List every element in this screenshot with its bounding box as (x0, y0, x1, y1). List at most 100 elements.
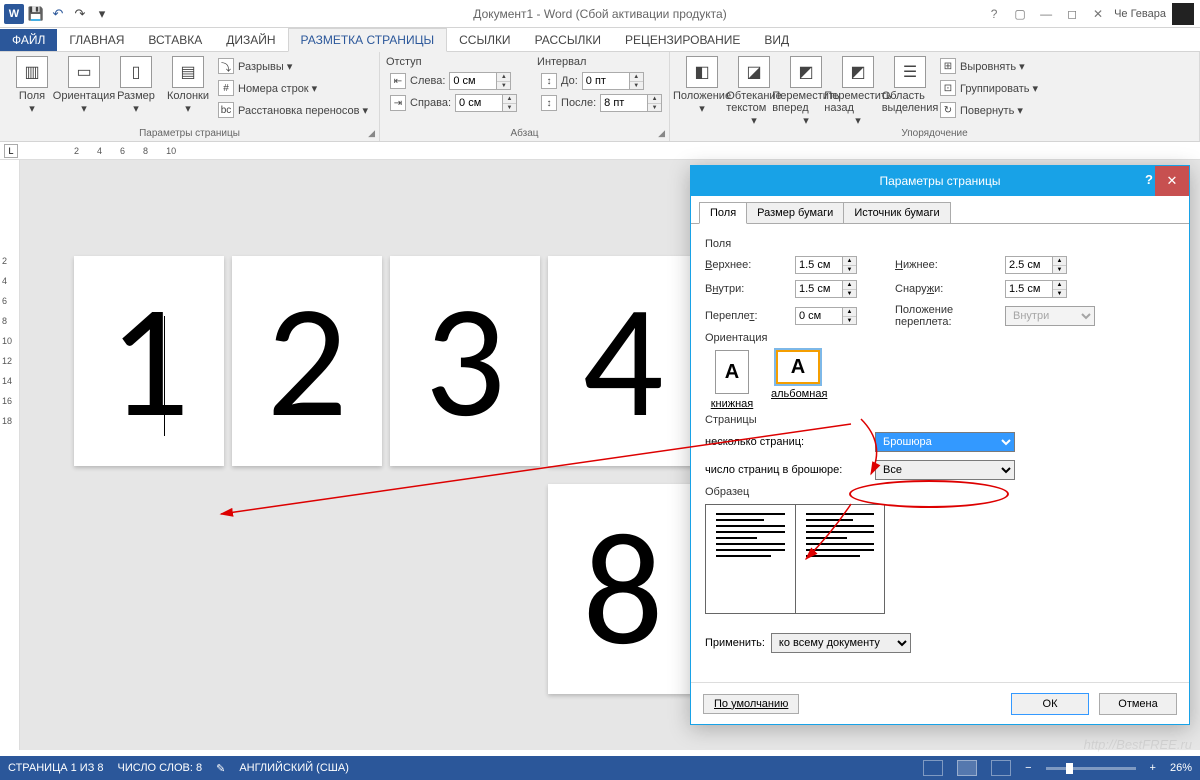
zoom-level[interactable]: 26% (1170, 762, 1192, 774)
spacing-after: ↕После:▲▼ (537, 92, 666, 114)
spacing-after-input[interactable] (600, 94, 648, 112)
dialog-help-icon[interactable]: ? (1145, 172, 1153, 187)
input-gutter[interactable] (795, 307, 843, 325)
section-orientation: Ориентация (705, 332, 1175, 344)
line-numbers-button[interactable]: #Номера строк ▾ (214, 78, 372, 98)
label-gutter-pos: Положение переплета: (895, 304, 995, 328)
page-3[interactable]: 3 (390, 256, 540, 466)
hyphenation-button[interactable]: bcРасстановка переносов ▾ (214, 100, 372, 120)
help-icon[interactable]: ? (982, 4, 1006, 24)
user-avatar[interactable] (1172, 3, 1194, 25)
input-top-margin[interactable] (795, 256, 843, 274)
spacing-before-input[interactable] (582, 72, 630, 90)
indent-left-input[interactable] (449, 72, 497, 90)
section-margins: Поля (705, 238, 1175, 250)
orientation-landscape[interactable]: Aальбомная (771, 350, 825, 410)
cancel-button[interactable]: Отмена (1099, 693, 1177, 715)
vertical-ruler[interactable]: 24681012141618 (0, 160, 20, 750)
watermark: http://BestFREE.ru (1084, 737, 1192, 752)
status-words[interactable]: ЧИСЛО СЛОВ: 8 (118, 762, 203, 774)
tab-mailings[interactable]: РАССЫЛКИ (523, 29, 613, 51)
page-1[interactable]: 1 (74, 256, 224, 466)
group-label-arrange: Упорядочение (670, 128, 1199, 139)
selection-pane-button[interactable]: ☰Область выделения (884, 54, 936, 129)
label-sheets: число страниц в брошюре: (705, 464, 865, 476)
section-pages: Страницы (705, 414, 1175, 426)
label-multiple-pages: несколько страниц: (705, 436, 865, 448)
paragraph-launcher-icon[interactable]: ◢ (658, 128, 665, 139)
close-icon[interactable]: ✕ (1086, 4, 1110, 24)
zoom-in-icon[interactable]: + (1150, 762, 1156, 774)
status-page[interactable]: СТРАНИЦА 1 ИЗ 8 (8, 762, 104, 774)
position-button[interactable]: ◧Положение▾ (676, 54, 728, 129)
save-icon[interactable]: 💾 (26, 4, 46, 24)
minimize-icon[interactable]: — (1034, 4, 1058, 24)
quick-access-toolbar: W 💾 ↶ ↷ ▾ (0, 4, 116, 24)
word-app-icon: W (4, 4, 24, 24)
group-label-page-setup: Параметры страницы (0, 128, 379, 139)
align-button[interactable]: ⊞Выровнять ▾ (936, 56, 1042, 76)
margins-button[interactable]: ▥Поля▾ (6, 54, 58, 120)
rotate-button[interactable]: ↻Повернуть ▾ (936, 100, 1042, 120)
label-inside: Внутри: (705, 283, 785, 295)
input-bottom-margin[interactable] (1005, 256, 1053, 274)
tab-insert[interactable]: ВСТАВКА (136, 29, 214, 51)
undo-icon[interactable]: ↶ (48, 4, 68, 24)
status-language[interactable]: АНГЛИЙСКИЙ (США) (239, 762, 349, 774)
horizontal-ruler[interactable]: L 246810 (0, 142, 1200, 160)
redo-icon[interactable]: ↷ (70, 4, 90, 24)
input-inside-margin[interactable] (795, 280, 843, 298)
window-title: Документ1 - Word (Сбой активации продукт… (473, 7, 726, 21)
ok-button[interactable]: ОК (1011, 693, 1089, 715)
dialog-close-icon[interactable]: ✕ (1155, 166, 1189, 196)
ribbon-options-icon[interactable]: ▢ (1008, 4, 1032, 24)
send-backward-button[interactable]: ◩Переместить назад▾ (832, 54, 884, 129)
select-gutter-pos: Внутри (1005, 306, 1095, 326)
breaks-button[interactable]: ⤵Разрывы ▾ (214, 56, 372, 76)
orientation-portrait[interactable]: Aкнижная (705, 350, 759, 410)
zoom-slider[interactable] (1046, 767, 1136, 770)
select-sheets-per-booklet[interactable]: Все (875, 460, 1015, 480)
user-name[interactable]: Че Гевара (1114, 8, 1166, 20)
default-button[interactable]: По умолчанию (703, 694, 799, 714)
size-button[interactable]: ▯Размер▾ (110, 54, 162, 120)
tab-view[interactable]: ВИД (752, 29, 801, 51)
group-button[interactable]: ⊡Группировать ▾ (936, 78, 1042, 98)
page-2[interactable]: 2 (232, 256, 382, 466)
page-4[interactable]: 4 (548, 256, 698, 466)
page-setup-launcher-icon[interactable]: ◢ (368, 128, 375, 139)
label-outside: Снаружи: (895, 283, 995, 295)
orientation-button[interactable]: ▭Ориентация▾ (58, 54, 110, 120)
tab-home[interactable]: ГЛАВНАЯ (57, 29, 136, 51)
tab-file[interactable]: ФАЙЛ (0, 29, 57, 51)
ribbon: ▥Поля▾ ▭Ориентация▾ ▯Размер▾ ▤Колонки▾ ⤵… (0, 52, 1200, 142)
qat-customize-icon[interactable]: ▾ (92, 4, 112, 24)
group-page-setup: ▥Поля▾ ▭Ориентация▾ ▯Размер▾ ▤Колонки▾ ⤵… (0, 52, 380, 141)
columns-button[interactable]: ▤Колонки▾ (162, 54, 214, 120)
dialog-tab-paper[interactable]: Размер бумаги (746, 202, 844, 224)
view-web-layout[interactable] (991, 760, 1011, 776)
tab-review[interactable]: РЕЦЕНЗИРОВАНИЕ (613, 29, 752, 51)
dialog-tab-source[interactable]: Источник бумаги (843, 202, 950, 224)
maximize-icon[interactable]: ◻ (1060, 4, 1084, 24)
view-read-mode[interactable] (923, 760, 943, 776)
select-multiple-pages[interactable]: Брошюра (875, 432, 1015, 452)
select-apply-to[interactable]: ко всему документу (771, 633, 911, 653)
input-outside-margin[interactable] (1005, 280, 1053, 298)
dialog-titlebar[interactable]: Параметры страницы ? ✕ (691, 166, 1189, 196)
tab-references[interactable]: ССЫЛКИ (447, 29, 522, 51)
status-proofing-icon[interactable]: ✎ (216, 762, 225, 775)
tab-page-layout[interactable]: РАЗМЕТКА СТРАНИЦЫ (288, 28, 448, 52)
tab-design[interactable]: ДИЗАЙН (214, 29, 287, 51)
page-setup-dialog: Параметры страницы ? ✕ Поля Размер бумаг… (690, 165, 1190, 725)
dialog-tab-margins[interactable]: Поля (699, 202, 747, 224)
dialog-title: Параметры страницы (880, 174, 1001, 188)
spacing-label: Интервал (537, 56, 666, 68)
page-8[interactable]: 8 (548, 484, 698, 694)
label-bottom: Нижнее: (895, 259, 995, 271)
indent-right-input[interactable] (455, 94, 503, 112)
indent-right: ⇥Справа:▲▼ (386, 92, 521, 114)
view-print-layout[interactable] (957, 760, 977, 776)
zoom-out-icon[interactable]: − (1025, 762, 1031, 774)
ruler-toggle-icon[interactable]: L (4, 144, 18, 158)
